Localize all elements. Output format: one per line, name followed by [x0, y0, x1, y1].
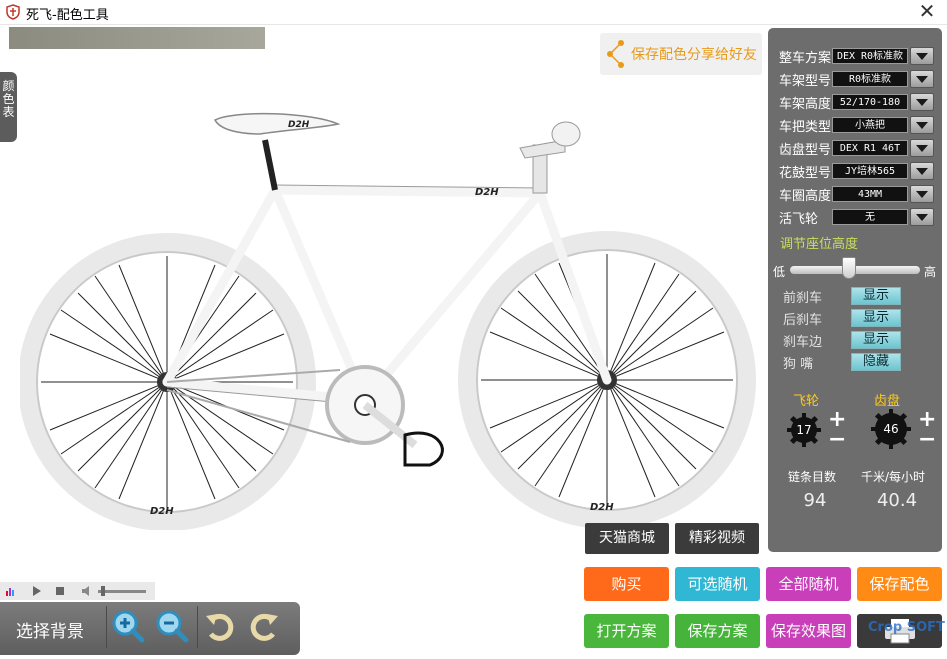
zoom-out-icon[interactable] [154, 608, 190, 644]
chain-links-value: 94 [803, 490, 827, 511]
bicycle-preview: D2H D2H D2H D2H [20, 112, 756, 530]
option-label-chainring: 齿盘型号 [779, 143, 832, 158]
rear-brake-toggle[interactable]: 显示 [851, 309, 901, 327]
chevron-down-icon [916, 122, 928, 129]
window-title: 死飞-配色工具 [26, 8, 109, 23]
seat-low-label: 低 [773, 265, 786, 279]
save-image-button[interactable]: 保存效果图 [766, 614, 851, 648]
option-value-frame-height[interactable]: 52/170-180 [832, 94, 908, 110]
dog-mouth-toggle[interactable]: 隐藏 [851, 353, 901, 371]
chainring-label: 齿盘 [874, 394, 901, 409]
frame-model-dropdown[interactable] [910, 70, 934, 88]
chevron-down-icon [916, 53, 928, 60]
app-shield-icon [6, 4, 20, 20]
rim-height-dropdown[interactable] [910, 185, 934, 203]
speed-value: 40.4 [876, 490, 918, 511]
chain [166, 369, 351, 443]
brake-edge-toggle[interactable]: 显示 [851, 331, 901, 349]
option-label-rim-height: 车圈高度 [779, 189, 832, 204]
buy-button[interactable]: 购买 [584, 567, 669, 601]
watermark-text: Crop SOFT [868, 620, 945, 635]
option-value-chainring[interactable]: DEX R1 46T [832, 140, 908, 156]
chevron-down-icon [916, 191, 928, 198]
speed-label: 千米/每小时 [861, 470, 926, 484]
option-label-freewheel: 活飞轮 [779, 212, 819, 227]
toggle-label-rear-brake: 后刹车 [783, 313, 823, 328]
volume-icon[interactable] [82, 586, 89, 596]
chainring-minus-button[interactable]: − [918, 429, 936, 451]
media-player-bar [0, 582, 155, 600]
freewheel-dropdown[interactable] [910, 208, 934, 226]
banner-strip [9, 27, 265, 49]
chevron-down-icon [916, 145, 928, 152]
stop-icon[interactable] [56, 587, 64, 595]
chevron-down-icon [916, 99, 928, 106]
chevron-down-icon [916, 76, 928, 83]
cog-label: 飞轮 [793, 394, 820, 409]
rotate-left-icon[interactable] [202, 608, 238, 644]
share-icon [607, 40, 624, 68]
title-bar [0, 0, 947, 25]
seat-post [262, 139, 278, 191]
all-random-button[interactable]: 全部随机 [766, 567, 851, 601]
share-label: 保存配色分享给好友 [631, 47, 757, 63]
toolbar-divider [106, 606, 107, 648]
handlebar-dropdown[interactable] [910, 116, 934, 134]
toolbar-divider [197, 606, 198, 648]
volume-slider-handle[interactable] [101, 586, 105, 596]
handlebar [551, 121, 581, 147]
saddle [213, 112, 341, 135]
option-value-rim-height[interactable]: 43MM [832, 186, 908, 202]
option-value-bike-plan[interactable]: DEX R0标准款 [832, 48, 908, 64]
toggle-label-dog-mouth: 狗 嘴 [783, 357, 814, 372]
zoom-in-icon[interactable] [110, 608, 146, 644]
play-icon[interactable] [33, 586, 41, 596]
videos-button[interactable]: 精彩视频 [675, 523, 759, 554]
seat-slider-handle[interactable] [842, 257, 857, 279]
tmall-store-button[interactable]: 天猫商城 [585, 523, 669, 554]
option-label-handlebar: 车把类型 [779, 120, 832, 135]
color-table-tab[interactable]: 颜色表 [0, 72, 17, 142]
frame-height-dropdown[interactable] [910, 93, 934, 111]
optional-random-button[interactable]: 可选随机 [675, 567, 760, 601]
bike-frame [162, 185, 612, 405]
save-color-button[interactable]: 保存配色 [857, 567, 942, 601]
equalizer-icon [6, 588, 14, 596]
seat-height-title: 调节座位高度 [780, 237, 859, 252]
cog-minus-button[interactable]: − [828, 429, 846, 451]
save-plan-button[interactable]: 保存方案 [675, 614, 760, 648]
bike-plan-dropdown[interactable] [910, 47, 934, 65]
option-value-handlebar[interactable]: 小燕把 [832, 117, 908, 133]
svg-text:D2H: D2H [475, 187, 499, 198]
option-label-hub: 花鼓型号 [779, 166, 832, 181]
option-value-freewheel[interactable]: 无 [832, 209, 908, 225]
seat-high-label: 高 [924, 265, 937, 279]
svg-text:D2H: D2H [590, 502, 614, 513]
open-plan-button[interactable]: 打开方案 [584, 614, 669, 648]
toggle-label-brake-edge: 刹车边 [783, 335, 823, 350]
chainring-dropdown[interactable] [910, 139, 934, 157]
hub-dropdown[interactable] [910, 162, 934, 180]
toggle-label-front-brake: 前刹车 [783, 291, 823, 306]
select-background-button[interactable]: 选择背景 [16, 617, 84, 642]
option-label-frame-model: 车架型号 [779, 74, 832, 89]
chevron-down-icon [916, 168, 928, 175]
chevron-down-icon [916, 214, 928, 221]
option-value-frame-model[interactable]: R0标准款 [832, 71, 908, 87]
cog-value: 17 [796, 423, 812, 437]
svg-text:D2H: D2H [288, 120, 310, 130]
option-label-bike-plan: 整车方案 [779, 51, 832, 66]
option-value-hub[interactable]: JY培林565 [832, 163, 908, 179]
close-button[interactable]: ✕ [912, 0, 942, 23]
rotate-right-icon[interactable] [246, 608, 282, 644]
front-brake-toggle[interactable]: 显示 [851, 287, 901, 305]
option-label-frame-height: 车架高度 [779, 97, 832, 112]
chain-links-label: 链条目数 [788, 470, 837, 484]
svg-text:D2H: D2H [150, 506, 174, 517]
chainring-value: 46 [883, 422, 899, 436]
